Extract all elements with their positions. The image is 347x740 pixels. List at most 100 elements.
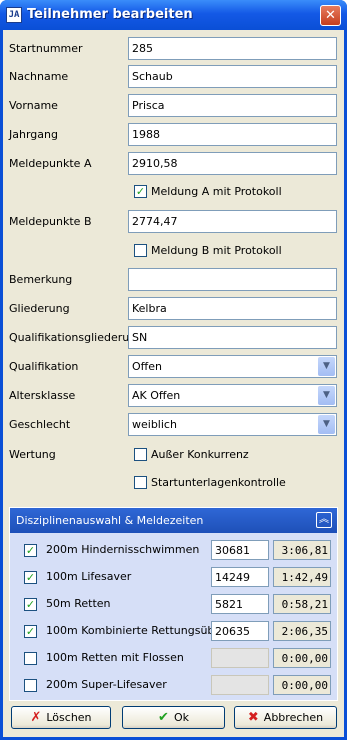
geschlecht-label: Geschlecht (9, 418, 71, 431)
row-altersklasse: Altersklasse AK Offen ▼ (3, 384, 344, 407)
ok-button[interactable]: ✔ Ok (122, 706, 225, 729)
dialog-window: JA Teilnehmer bearbeiten ✕ Startnummer 2… (0, 0, 347, 740)
delete-button[interactable]: ✗ Löschen (11, 706, 111, 729)
ausser-konkurrenz-label: Außer Konkurrenz (151, 448, 249, 461)
delete-button-label: Löschen (46, 711, 92, 724)
check-icon: ✔ (158, 710, 169, 725)
chevron-down-icon[interactable]: ▼ (318, 415, 335, 434)
startnummer-field[interactable]: 285 (128, 37, 337, 60)
discipline-name: 100m Retten mit Flossen (46, 651, 184, 664)
geschlecht-value: weiblich (132, 418, 177, 431)
discipline-name: 100m Lifesaver (46, 570, 132, 583)
geschlecht-select[interactable]: weiblich ▼ (128, 413, 337, 436)
meldepunkte-b-label: Meldepunkte B (9, 215, 92, 228)
discipline-name: 200m Super-Lifesaver (46, 678, 167, 691)
startunterlagenkontrolle-label: Startunterlagenkontrolle (151, 476, 286, 489)
chevron-down-icon[interactable]: ▼ (318, 357, 335, 376)
disciplines-header[interactable]: Disziplinenauswahl & Meldezeiten ︽ (10, 508, 337, 533)
discipline-code-field[interactable]: 5821 (211, 594, 269, 614)
vorname-field[interactable]: Prisca (128, 94, 337, 117)
row-jahrgang: Jahrgang 1988 (3, 123, 344, 146)
startunterlagenkontrolle-checkbox[interactable] (134, 476, 147, 489)
nachname-field[interactable]: Schaub (128, 65, 337, 88)
meldung-b-label: Meldung B mit Protokoll (151, 244, 282, 257)
discipline-name: 200m Hindernisschwimmen (46, 543, 200, 556)
altersklasse-select[interactable]: AK Offen ▼ (128, 384, 337, 407)
discipline-time-field[interactable]: 0:00,00 (273, 648, 331, 668)
bemerkung-field[interactable] (128, 268, 337, 291)
qualifikation-select[interactable]: Offen ▼ (128, 355, 337, 378)
cancel-icon: ✖ (247, 710, 259, 725)
startnummer-label: Startnummer (9, 42, 83, 55)
discipline-time-field[interactable]: 3:06,81 (273, 540, 331, 560)
disciplines-panel: Disziplinenauswahl & Meldezeiten ︽ ✓ 200… (9, 507, 338, 701)
meldepunkte-a-label: Meldepunkte A (9, 157, 92, 170)
discipline-name: 100m Kombinierte Rettungsübung (46, 624, 236, 637)
discipline-time-field[interactable]: 0:58,21 (273, 594, 331, 614)
discipline-code-field[interactable]: 14249 (211, 567, 269, 587)
meldepunkte-b-field[interactable]: 2774,47 (128, 210, 337, 233)
bemerkung-label: Bemerkung (9, 273, 73, 286)
app-icon: JA (6, 7, 22, 23)
discipline-time-field[interactable]: 0:00,00 (273, 675, 331, 695)
qualifikation-value: Offen (132, 360, 162, 373)
discipline-time-field[interactable]: 2:06,35 (273, 621, 331, 641)
meldung-a-checkbox[interactable]: ✓ (134, 185, 147, 198)
discipline-checkbox[interactable] (24, 652, 37, 665)
row-geschlecht: Geschlecht weiblich ▼ (3, 413, 344, 436)
ok-button-label: Ok (173, 711, 189, 724)
title-bar[interactable]: JA Teilnehmer bearbeiten ✕ (0, 0, 347, 30)
gliederung-label: Gliederung (9, 302, 70, 315)
cancel-button[interactable]: ✖ Abbrechen (234, 706, 337, 729)
close-icon: ✕ (325, 8, 336, 23)
row-bemerkung: Bemerkung (3, 268, 344, 291)
window-title: Teilnehmer bearbeiten (27, 7, 193, 22)
jahrgang-field[interactable]: 1988 (128, 123, 337, 146)
discipline-code-field[interactable]: 30681 (211, 540, 269, 560)
discipline-time-field[interactable]: 1:42,49 (273, 567, 331, 587)
meldepunkte-a-field[interactable]: 2910,58 (128, 152, 337, 175)
row-nachname: Nachname Schaub (3, 65, 344, 88)
ausser-konkurrenz-checkbox[interactable] (134, 448, 147, 461)
nachname-label: Nachname (9, 70, 69, 83)
meldung-b-checkbox[interactable] (134, 244, 147, 257)
row-vorname: Vorname Prisca (3, 94, 344, 117)
dialog-body: Startnummer 285 Nachname Schaub Vorname … (3, 30, 344, 737)
discipline-name: 50m Retten (46, 597, 111, 610)
meldung-a-label: Meldung A mit Protokoll (151, 185, 282, 198)
row-qualifikationsgliederung: Qualifikationsgliederung SN (3, 326, 344, 349)
close-button[interactable]: ✕ (320, 5, 341, 26)
collapse-icon[interactable]: ︽ (316, 512, 332, 528)
discipline-checkbox[interactable]: ✓ (24, 598, 37, 611)
row-startnummer: Startnummer 285 (3, 37, 344, 60)
qualifikationsgliederung-field[interactable]: SN (128, 326, 337, 349)
vorname-label: Vorname (9, 99, 58, 112)
gliederung-field[interactable]: Kelbra (128, 297, 337, 320)
delete-icon: ✗ (30, 710, 42, 725)
discipline-row: ✓ 200m Hindernisschwimmen 30681 3:06,81 (10, 540, 337, 560)
wertung-label: Wertung (9, 448, 56, 461)
discipline-code-field (211, 675, 269, 695)
qualifikationsgliederung-label: Qualifikationsgliederung (9, 331, 144, 344)
row-qualifikation: Qualifikation Offen ▼ (3, 355, 344, 378)
jahrgang-label: Jahrgang (9, 128, 58, 141)
row-meldepunkte-b: Meldepunkte B 2774,47 (3, 210, 344, 233)
disciplines-title: Disziplinenauswahl & Meldezeiten (16, 514, 204, 527)
row-meldepunkte-a: Meldepunkte A 2910,58 (3, 152, 344, 175)
discipline-row: ✓ 100m Lifesaver 14249 1:42,49 (10, 567, 337, 587)
discipline-row: ✓ 50m Retten 5821 0:58,21 (10, 594, 337, 614)
qualifikation-label: Qualifikation (9, 360, 79, 373)
discipline-row: 100m Retten mit Flossen 0:00,00 (10, 648, 337, 668)
discipline-code-field[interactable]: 20635 (211, 621, 269, 641)
discipline-checkbox[interactable]: ✓ (24, 544, 37, 557)
discipline-code-field (211, 648, 269, 668)
discipline-row: 200m Super-Lifesaver 0:00,00 (10, 675, 337, 695)
chevron-down-icon[interactable]: ▼ (318, 386, 335, 405)
discipline-checkbox[interactable] (24, 679, 37, 692)
discipline-checkbox[interactable]: ✓ (24, 571, 37, 584)
discipline-checkbox[interactable]: ✓ (24, 625, 37, 638)
discipline-row: ✓ 100m Kombinierte Rettungsübung 20635 2… (10, 621, 337, 641)
altersklasse-label: Altersklasse (9, 389, 76, 402)
row-gliederung: Gliederung Kelbra (3, 297, 344, 320)
altersklasse-value: AK Offen (132, 389, 181, 402)
